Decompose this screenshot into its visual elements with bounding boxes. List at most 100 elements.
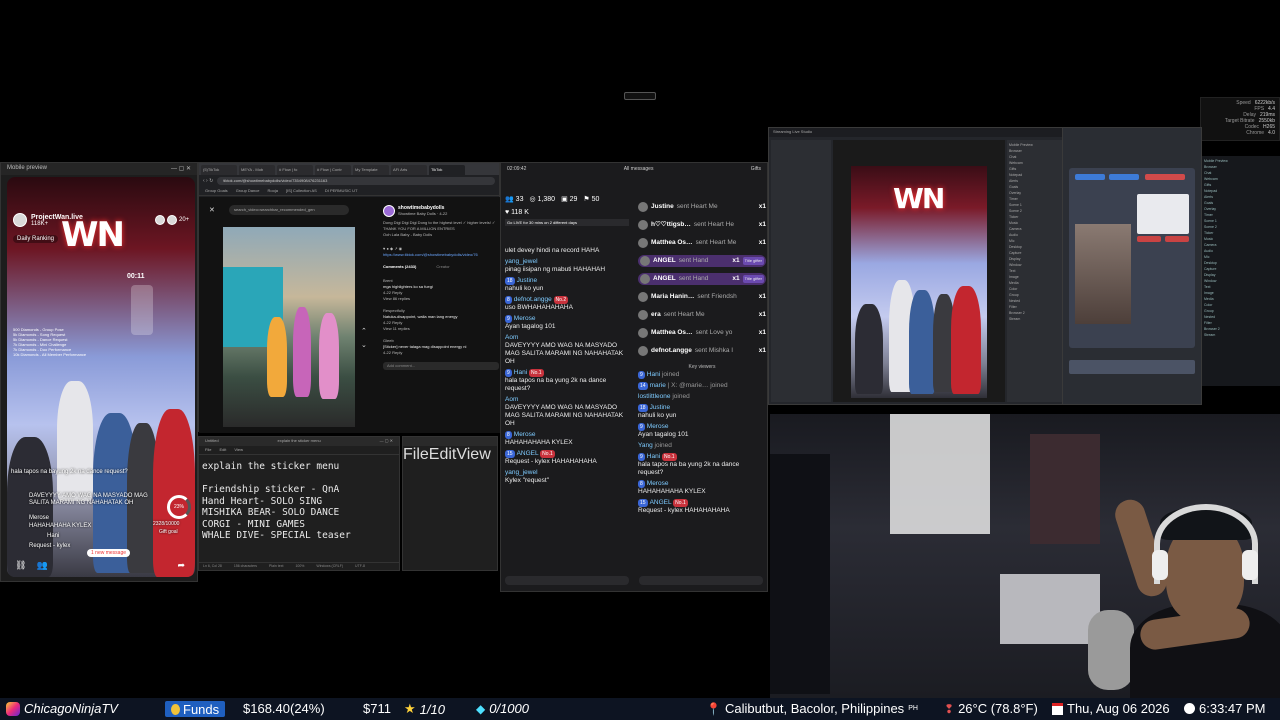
viewer-avatars[interactable]: 20+ [155,215,189,225]
chat-username[interactable]: Yang [638,442,653,449]
gifter-name[interactable]: era [651,311,661,319]
creator-tab[interactable]: Creator [436,264,449,270]
browser-tab[interactable]: # Flow | fo [277,165,313,175]
gifter-name[interactable]: Justine [651,203,674,211]
notepad-text-area[interactable]: explain the sticker menu Friendship stic… [199,455,399,548]
search-input[interactable]: search_video=searchbar_recommended_gen [229,205,349,215]
gifter-name[interactable]: defnot.angge [651,347,692,355]
copy-link-field[interactable]: https://www.tiktok.com/@showtimebabydoll… [383,252,499,258]
gifter-avatar[interactable] [638,220,648,230]
menu-item[interactable]: File [205,447,211,453]
browser-tab[interactable]: (5)TikTok [201,165,237,175]
browser-tab[interactable]: AFI Arts [391,165,427,175]
menu-item[interactable]: Edit [219,447,226,453]
browser-tab[interactable]: # Flow | Contr [315,165,351,175]
gifter-avatar[interactable] [638,202,648,212]
menu-item[interactable]: File [403,446,429,463]
video-sound[interactable]: Ooh Lala Baby - Baby Dolls [383,232,499,238]
stop-button[interactable] [1137,236,1161,242]
gifter-avatar[interactable] [638,292,648,302]
host-avatar[interactable] [13,213,27,227]
chat-username[interactable]: ANGEL [650,499,672,506]
gifter-name[interactable]: Matthea Os… [651,239,693,247]
nav-arrows-icon[interactable]: ‹ › ↻ [203,178,213,184]
chat-username[interactable]: Merose [647,423,669,430]
chat-username[interactable]: Hani [647,371,660,378]
view-replies-link[interactable]: View 11 replies [383,326,499,332]
chat-username[interactable]: Merose [514,431,536,438]
menu-item[interactable]: View [456,446,490,463]
chat-username[interactable]: Merose [514,315,536,322]
gifter-avatar[interactable] [638,346,648,356]
gifter-name[interactable]: Matthea Os… [651,329,693,337]
browser-tab[interactable]: My Template [353,165,389,175]
gifter-name[interactable]: h♡♡ttigsb… [651,221,691,229]
menu-item[interactable]: View [234,447,243,453]
bookmark-item[interactable]: Group Goals [205,188,228,194]
chat-message: 9 Hani No.1 hala tapos na ba yung 2k na da… [505,369,629,393]
gifter-avatar[interactable] [638,310,648,320]
control-button[interactable] [1075,174,1105,180]
control-button[interactable] [1109,174,1139,180]
video-nav-arrows[interactable]: ⌃ ⌄ [361,325,367,353]
chat-message-header: 9 Hani No.1 [638,453,766,461]
chat-username[interactable]: Aom [505,334,518,341]
gift-input[interactable] [639,576,763,585]
settings-card[interactable] [1137,194,1189,234]
gifter-name[interactable]: Maria Hanin… [651,293,694,301]
chat-username[interactable]: yang_jewel [505,258,538,265]
bookmark-item[interactable]: [IS] Collection AS [286,188,317,194]
comments-tab[interactable]: Comments (2433) [383,264,416,270]
studio-preview[interactable]: WN [833,140,1005,402]
window-controls[interactable]: — ▢ ✕ [380,438,393,445]
chat-username[interactable]: yang_jewel [505,469,538,476]
browser-tab[interactable]: MEYA - Mob [239,165,275,175]
stop-button[interactable] [1165,236,1189,242]
view-replies-link[interactable]: View 86 replies [383,296,499,302]
chat-username[interactable]: Justine [650,404,671,411]
gifter-avatar[interactable] [638,328,648,338]
link-icon[interactable]: ⛓ [15,560,26,571]
notepad-menu: FileEditView [403,446,497,464]
control-button[interactable] [1145,174,1185,180]
progress-slider[interactable] [1069,360,1195,374]
gifter-avatar[interactable] [640,256,650,266]
chat-username[interactable]: Justine [517,277,538,284]
chat-username[interactable]: Hani [647,453,660,460]
chat-username[interactable]: Hani [514,369,527,376]
gifter-name[interactable]: ANGEL [653,275,676,283]
gifter-name[interactable]: ANGEL [653,257,676,265]
chat-username[interactable]: Aom [505,396,518,403]
bookmark-item[interactable]: Group Dance [236,188,260,194]
live-goal-banner[interactable]: Go LIVE for 30 mins on 2 different days [505,219,629,226]
bookmark-item[interactable]: Rooja [267,188,277,194]
chat-username[interactable]: defnot.angge [514,296,552,303]
viewer-avatar [155,215,165,225]
status-item: UTF-8 [355,564,365,568]
gifter-avatar[interactable] [638,238,648,248]
notepad-tab[interactable]: explain the sticker menu [278,438,321,445]
daily-ranking-badge[interactable]: Daily Ranking [13,235,59,243]
author-avatar[interactable] [383,205,395,217]
chat-username[interactable]: ANGEL [517,450,539,457]
browser-tab[interactable]: TikTok [429,165,465,175]
people-icon[interactable]: 👥 [36,560,47,571]
chat-username[interactable]: Merose [647,480,669,487]
gifts-tab[interactable]: Gifts [751,166,761,178]
window-controls[interactable]: — ▢ ✕ [171,165,191,173]
bookmark-item[interactable]: DI PERMUSIC UT [325,188,358,194]
chat-username[interactable]: lostlittleone [638,393,671,400]
address-field[interactable]: tiktok.com/@showtimebabydolls/video/7354… [217,177,495,185]
chat-input[interactable] [505,576,629,585]
source-item[interactable]: Stream [1009,316,1067,322]
chat-username[interactable]: marie [650,382,666,389]
tiktok-video[interactable] [223,227,355,427]
all-messages-tab[interactable]: All messages [624,166,654,178]
add-comment-input[interactable]: Add comment... [383,362,499,370]
share-icon[interactable]: ➦ [177,560,185,571]
sticker-menu[interactable] [131,285,153,335]
menu-item[interactable]: Edit [429,446,457,463]
gifter-avatar[interactable] [640,274,650,284]
monitor-item[interactable]: Stream [1204,332,1278,338]
close-icon[interactable]: ✕ [209,206,215,214]
